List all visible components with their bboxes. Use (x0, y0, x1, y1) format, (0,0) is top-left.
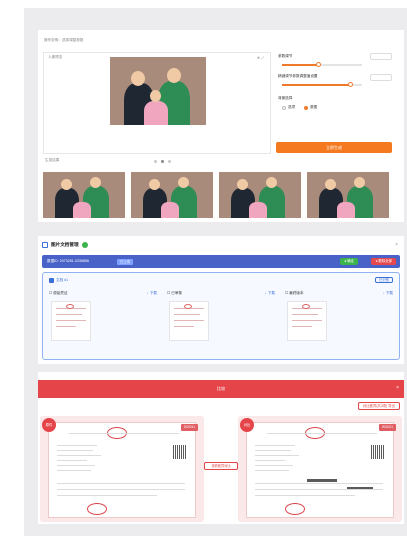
compared-ribbon: 对比 (240, 418, 254, 432)
result-thumbnail[interactable] (219, 172, 301, 218)
checkbox-icon[interactable] (49, 278, 54, 283)
results-strip: 生成结果 (43, 158, 399, 220)
document-sheet[interactable] (48, 422, 196, 518)
status-chip: 已上传 (117, 258, 134, 265)
original-ribbon: 原件 (42, 418, 56, 432)
download-link[interactable]: ↓ 下载 (383, 291, 393, 296)
document-sheet[interactable] (246, 422, 394, 518)
record-bar: 数据ID: 2073281-0335856 已上传 ● 确定 ● 删除全部 (42, 255, 400, 268)
zoom-tools-icon[interactable]: ⊕ ⤢ (257, 56, 264, 61)
document-manager-panel: 图片文档管理 × 数据ID: 2073281-0335856 已上传 ● 确定 … (38, 236, 404, 364)
document-card: ☐ 最终版本 ↓ 下载 (285, 291, 397, 357)
result-thumbnail[interactable] (131, 172, 213, 218)
group-tag: 已识别 (374, 277, 393, 283)
group-header: 文档 #1 (49, 278, 68, 283)
document-card: ☐ 原始凭证 ↓ 下载 (49, 291, 161, 357)
instruction-text: 操作说明：选择调整参数 (44, 38, 84, 42)
parameter-panel: 参数调节 精细调节参数调整值设置 背景选择 选项 原图 立即生成 (276, 52, 400, 154)
close-icon[interactable]: × (396, 385, 399, 391)
preview-area: 人像预览 ⊕ ⤢ (43, 52, 271, 163)
param1-stepper[interactable] (370, 53, 392, 60)
screenshot-frame: 操作说明：选择调整参数 人像预览 ⊕ ⤢ 参数调节 精细调节参数调整值设置 背景… (24, 8, 407, 536)
panel-header: 图片文档管理 × (42, 240, 400, 250)
document-card: ☐ 已审核 ↓ 下载 (167, 291, 279, 357)
original-document: 原件 2020/11 (40, 416, 204, 522)
param2-label: 精细调节参数调整值设置 (278, 74, 318, 78)
confirm-button[interactable]: ● 确定 (340, 258, 358, 265)
qr-code-icon (371, 445, 385, 459)
view-diff-button[interactable]: 查看差异对比 (204, 462, 238, 470)
preview-photo (110, 57, 206, 125)
param1-label: 参数调节 (278, 54, 293, 58)
result-thumbnail[interactable] (307, 172, 389, 218)
radio-option-a[interactable]: 选项 (282, 105, 295, 110)
check-icon (81, 242, 88, 248)
generate-button[interactable]: 立即生成 (276, 142, 392, 153)
qr-code-icon (173, 445, 187, 459)
close-icon[interactable]: × (395, 242, 398, 248)
document-thumbnail[interactable] (287, 301, 327, 341)
photo-generator-panel: 操作说明：选择调整参数 人像预览 ⊕ ⤢ 参数调节 精细调节参数调整值设置 背景… (38, 30, 404, 222)
preview-label: 人像预览 (48, 55, 63, 59)
date-badge: 2020/11 (180, 424, 198, 431)
param2-slider[interactable] (282, 82, 362, 87)
radio-option-b[interactable]: 原图 (304, 105, 317, 110)
date-badge: 2020/11 (378, 424, 396, 431)
compared-document: 对比 2020/11 (238, 416, 402, 522)
record-id: 数据ID: 2073281-0335856 (47, 259, 89, 263)
download-link[interactable]: ↓ 下载 (265, 291, 275, 296)
diff-export-button[interactable]: 对比差异(共3项) 导出 (357, 402, 400, 410)
document-group: 文档 #1 已识别 ☐ 原始凭证 ↓ 下载 ☐ 已审核 ↓ 下载 ☐ 最终版本 … (42, 272, 400, 360)
param2-stepper[interactable] (370, 74, 392, 81)
results-label: 生成结果 (45, 158, 60, 162)
dialog-title: 比较 (216, 386, 226, 391)
document-thumbnail[interactable] (51, 301, 91, 341)
background-label: 背景选择 (278, 96, 293, 100)
document-thumbnail[interactable] (169, 301, 209, 341)
param1-slider[interactable] (282, 62, 362, 67)
panel-title: 图片文档管理 (51, 242, 79, 247)
dialog-header: 比较 × (38, 380, 404, 398)
download-link[interactable]: ↓ 下载 (147, 291, 157, 296)
document-icon (42, 242, 48, 248)
result-thumbnail[interactable] (43, 172, 125, 218)
comparison-dialog: 比较 × 对比差异(共3项) 导出 原件 2020/11 查看差异对比 对比 2… (38, 372, 404, 524)
delete-all-button[interactable]: ● 删除全部 (371, 258, 396, 265)
